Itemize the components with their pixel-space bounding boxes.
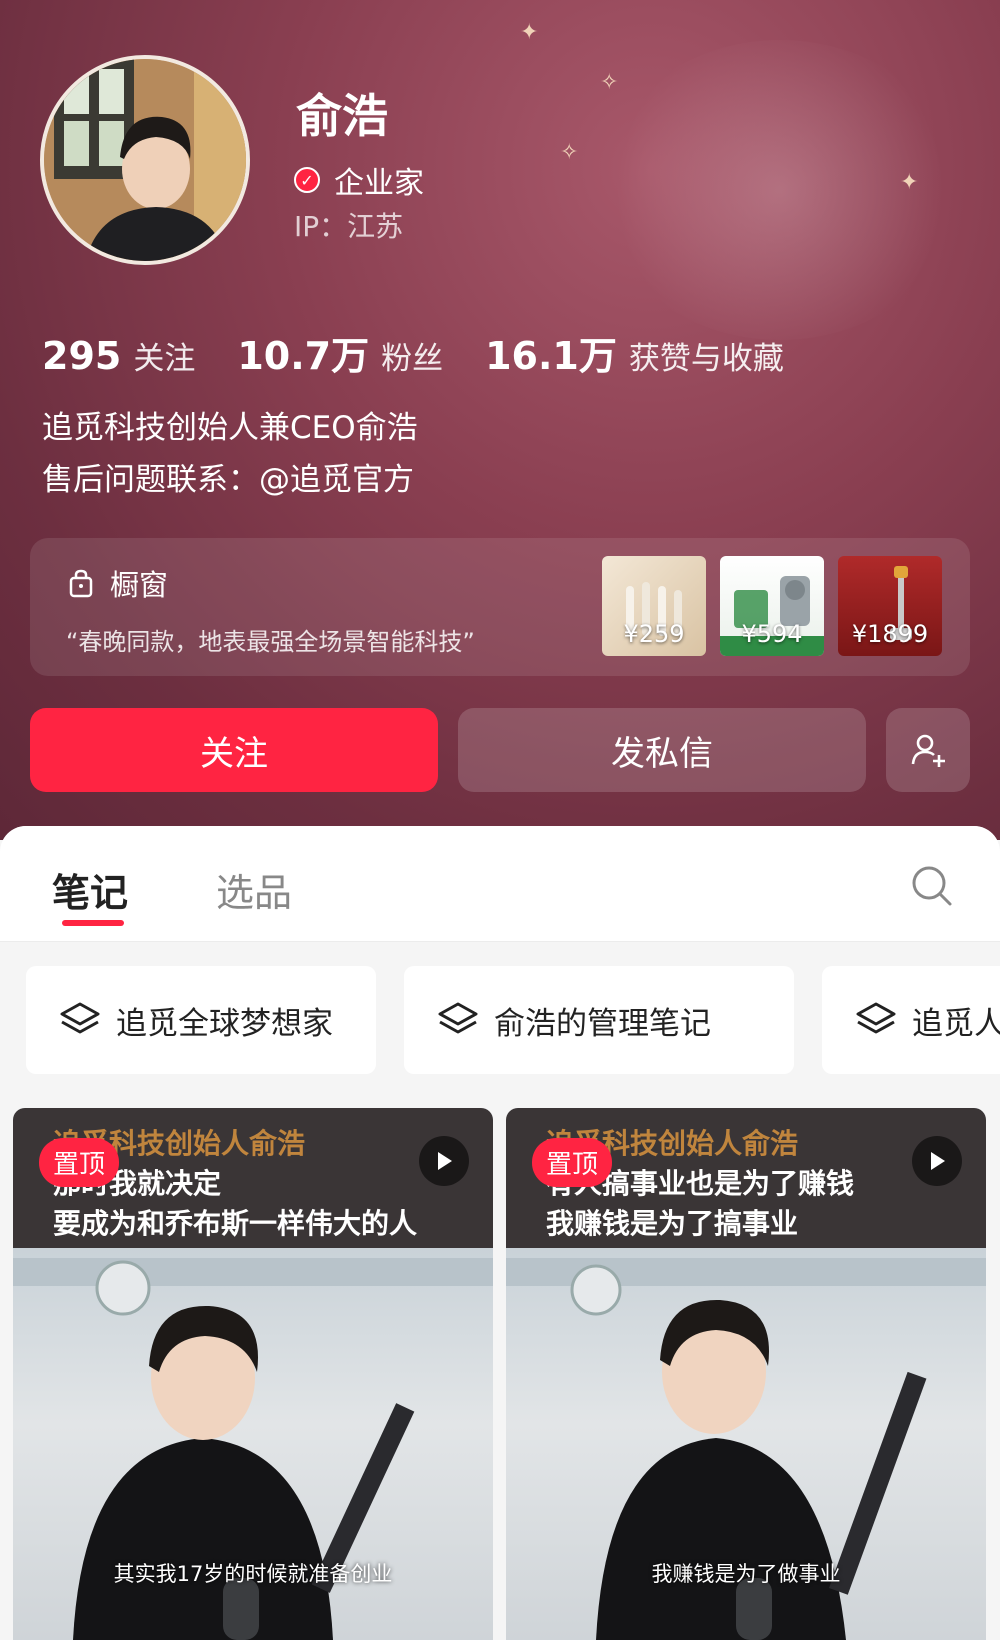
ip-location: IP：江苏 — [294, 210, 404, 243]
card-title-line: 我赚钱是为了搞事业 — [546, 1207, 799, 1240]
card-title-overlay: 追觅科技创始人俞浩 有人搞事业也是为了赚钱 我赚钱是为了搞事业 置顶 — [506, 1108, 986, 1248]
stat-likes[interactable]: 16.1万 获赞与收藏 — [485, 325, 784, 380]
message-button[interactable]: 发私信 — [458, 708, 866, 792]
stat-following[interactable]: 295 关注 — [42, 333, 195, 378]
play-icon[interactable] — [419, 1136, 469, 1186]
product-price: ¥259 — [623, 620, 685, 648]
showcase-products: ¥259 ¥594 ¥1899 — [602, 556, 942, 656]
collection-chip[interactable]: 俞浩的管理笔记 — [404, 966, 794, 1074]
layers-icon — [438, 1002, 478, 1034]
sparkle-icon: ✧ — [600, 70, 619, 95]
layers-icon — [60, 1002, 100, 1034]
collection-label: 追觅全球梦想家 — [116, 1005, 333, 1042]
sparkle-icon: ✧ — [560, 140, 579, 165]
pinned-badge: 置顶 — [39, 1138, 120, 1187]
profile-header: ✦ ✧ ✦ ✧ 俞浩 ✓ 企业家 IP：江苏 295 关注 10.7万 粉丝 1… — [0, 0, 1000, 840]
video-thumbnail: 其实我17岁的时候就准备创业 — [13, 1248, 493, 1640]
add-friend-button[interactable] — [886, 708, 970, 792]
stat-number: 16.1万 — [485, 334, 617, 378]
verify-label: 企业家 — [334, 166, 424, 201]
tab-bar: 笔记 选品 — [0, 826, 1000, 942]
avatar[interactable] — [40, 55, 250, 265]
profile-name: 俞浩 — [296, 89, 388, 143]
collection-label: 俞浩的管理笔记 — [494, 1005, 711, 1042]
stat-label: 关注 — [133, 341, 196, 377]
stat-label: 粉丝 — [381, 341, 444, 377]
collection-chip[interactable]: 追觅人 — [822, 966, 1000, 1074]
showcase-label: 橱窗 — [110, 568, 169, 602]
product-price: ¥1899 — [851, 620, 929, 648]
profile-stats: 295 关注 10.7万 粉丝 16.1万 获赞与收藏 — [42, 325, 826, 380]
video-subtitle: 我赚钱是为了做事业 — [651, 1562, 841, 1586]
bio-line[interactable]: 售后问题联系：@追觅官方 — [42, 454, 414, 499]
verified-icon: ✓ — [294, 167, 320, 193]
note-card[interactable]: 追觅科技创始人俞浩 那时我就决定 要成为和乔布斯一样伟大的人 置顶 其实我17岁… — [13, 1108, 493, 1640]
pinned-badge: 置顶 — [532, 1138, 613, 1187]
card-title-overlay: 追觅科技创始人俞浩 那时我就决定 要成为和乔布斯一样伟大的人 置顶 — [13, 1108, 493, 1248]
product-thumb[interactable]: ¥1899 — [838, 556, 942, 656]
collections-row: 追觅全球梦想家 俞浩的管理笔记 追觅人 — [0, 966, 1000, 1078]
add-user-icon — [911, 734, 945, 767]
tab-notes[interactable]: 笔记 — [52, 862, 128, 917]
verification: ✓ 企业家 — [294, 158, 424, 202]
stat-label: 获赞与收藏 — [628, 341, 784, 377]
stat-number: 10.7万 — [237, 334, 370, 378]
bio-line: 追觅科技创始人兼CEO俞浩 — [42, 410, 418, 446]
product-price: ¥594 — [741, 620, 803, 648]
shopping-bag-icon — [66, 568, 96, 598]
collection-chip[interactable]: 追觅全球梦想家 — [26, 966, 376, 1074]
search-icon[interactable] — [910, 864, 954, 908]
layers-icon — [856, 1002, 896, 1034]
tab-select[interactable]: 选品 — [216, 862, 292, 917]
sparkle-icon: ✦ — [900, 170, 919, 195]
showcase-desc: “春晚同款，地表最强全场景智能科技” — [66, 628, 475, 656]
card-title-line: 要成为和乔布斯一样伟大的人 — [53, 1207, 418, 1240]
play-icon[interactable] — [912, 1136, 962, 1186]
product-thumb[interactable]: ¥594 — [720, 556, 824, 656]
showcase-panel[interactable]: 橱窗 “春晚同款，地表最强全场景智能科技” ¥259 ¥594 ¥1899 — [30, 538, 970, 676]
video-thumbnail: 我赚钱是为了做事业 — [506, 1248, 986, 1640]
content-area: 笔记 选品 追觅全球梦想家 俞浩的管理笔记 追觅人 追觅科技创始人俞浩 那时我就… — [0, 826, 1000, 1640]
stat-number: 295 — [42, 334, 122, 378]
note-card[interactable]: 追觅科技创始人俞浩 有人搞事业也是为了赚钱 我赚钱是为了搞事业 置顶 我赚钱是为… — [506, 1108, 986, 1640]
follow-button[interactable]: 关注 — [30, 708, 438, 792]
active-tab-indicator — [62, 920, 124, 926]
stat-followers[interactable]: 10.7万 粉丝 — [237, 325, 443, 380]
sparkle-icon: ✦ — [520, 20, 539, 45]
product-thumb[interactable]: ¥259 — [602, 556, 706, 656]
video-subtitle: 其实我17岁的时候就准备创业 — [113, 1562, 393, 1586]
showcase-title: 橱窗 — [66, 562, 168, 604]
collection-label: 追觅人 — [912, 1005, 1000, 1042]
